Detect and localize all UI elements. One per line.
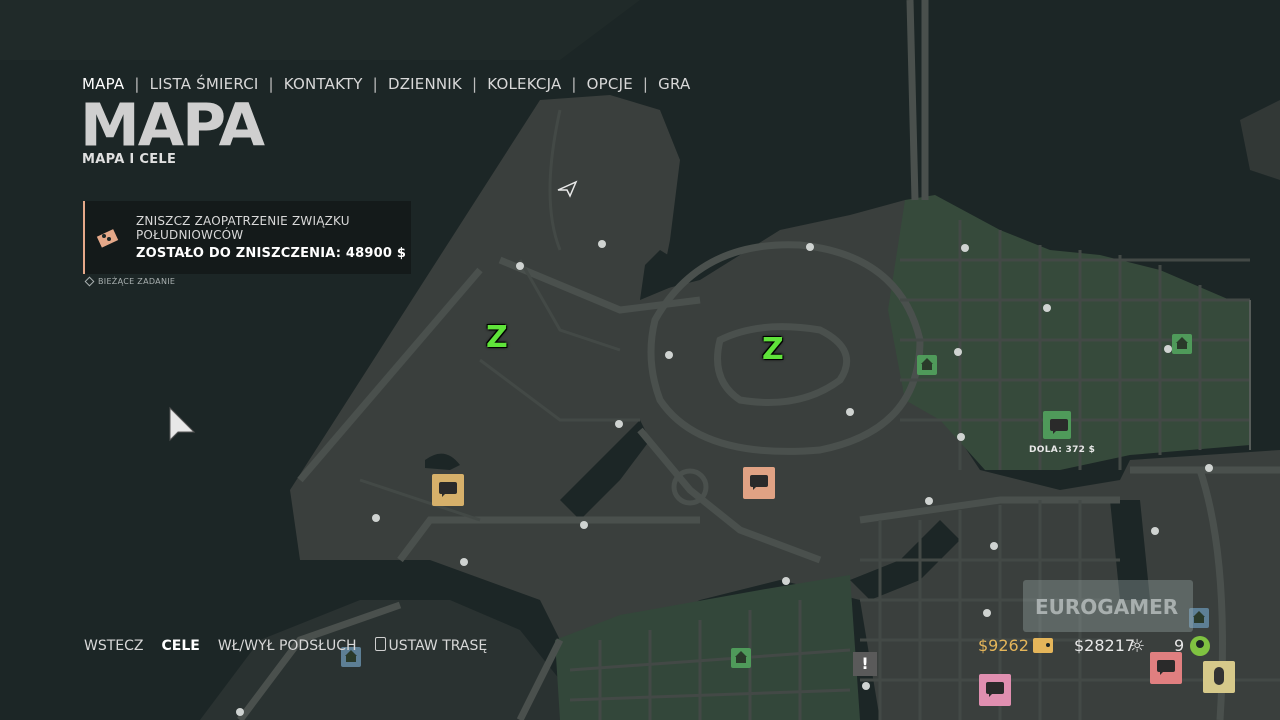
pin[interactable] — [961, 244, 969, 252]
points-count: 9 — [1174, 636, 1185, 655]
player-location-arrow-icon — [557, 180, 578, 198]
wallet-icon — [1033, 638, 1053, 653]
pin[interactable] — [460, 558, 468, 566]
z-mission-marker[interactable]: Z — [762, 332, 784, 367]
wiretap-toggle-button[interactable]: WŁ/WYŁ PODSŁUCH — [218, 638, 357, 654]
mouse-icon — [1203, 661, 1235, 693]
pin[interactable] — [1151, 527, 1159, 535]
pin[interactable] — [580, 521, 588, 529]
set-route-label: USTAW TRASĘ — [388, 638, 488, 654]
shore-left — [0, 0, 640, 60]
gauge-icon — [1190, 636, 1210, 656]
back-button[interactable]: WSTECZ — [84, 638, 144, 654]
set-route-button[interactable]: USTAW TRASĘ — [374, 637, 488, 654]
supply-crate-icon — [96, 229, 119, 248]
bottom-controls: WSTECZ CELE WŁ/WYŁ PODSŁUCH USTAW TRASĘ — [84, 637, 487, 654]
pin[interactable] — [990, 542, 998, 550]
pin[interactable] — [236, 708, 244, 716]
top-navigation: MAPA | LISTA ŚMIERCI | KONTAKTY | DZIENN… — [82, 75, 690, 93]
dola-label: DOLA: 372 $ — [1029, 445, 1096, 455]
dialogue-marker-icon[interactable] — [979, 674, 1011, 706]
nav-separator: | — [268, 75, 274, 93]
pin[interactable] — [598, 240, 606, 248]
nav-gra[interactable]: GRA — [658, 75, 690, 93]
nav-separator: | — [372, 75, 378, 93]
diamond-icon — [84, 276, 95, 287]
dialogue-marker-icon[interactable] — [1043, 411, 1071, 439]
nav-kolekcja[interactable]: KOLEKCJA — [487, 75, 561, 93]
nav-opcje[interactable]: OPCJE — [587, 75, 633, 93]
pin[interactable] — [925, 497, 933, 505]
map-cursor-icon — [169, 406, 196, 442]
pin[interactable] — [782, 577, 790, 585]
pin[interactable] — [516, 262, 524, 270]
nav-separator: | — [571, 75, 577, 93]
nav-kontakty[interactable]: KONTAKTY — [284, 75, 363, 93]
objective-panel[interactable]: ZNISZCZ ZAOPATRZENIE ZWIĄZKU POŁUDNIOWCÓ… — [83, 201, 411, 274]
current-task-label: BIEŻĄCE ZADANIE — [84, 276, 176, 287]
pin[interactable] — [957, 433, 965, 441]
dialogue-marker-icon[interactable] — [432, 474, 464, 506]
dialogue-marker-icon[interactable] — [1150, 652, 1182, 684]
sun-icon: ☼ — [1129, 636, 1146, 657]
page-title: MAPA — [80, 91, 265, 161]
nav-dziennik[interactable]: DZIENNIK — [388, 75, 462, 93]
pin[interactable] — [1205, 464, 1213, 472]
pin[interactable] — [983, 609, 991, 617]
pin[interactable] — [862, 682, 870, 690]
bank-amount: $28217 — [1074, 636, 1136, 655]
alert-icon[interactable]: ! — [853, 652, 877, 676]
z-mission-marker[interactable]: Z — [486, 320, 508, 355]
pin[interactable] — [665, 351, 673, 359]
cash-amount: $9262 — [978, 636, 1029, 655]
watermark-text: EUROGAMER — [1035, 595, 1179, 619]
nav-separator: | — [134, 75, 140, 93]
pin[interactable] — [1043, 304, 1051, 312]
pin[interactable] — [372, 514, 380, 522]
safehouse-icon[interactable] — [917, 355, 937, 375]
page-subtitle: MAPA I CELE — [82, 152, 177, 167]
pin[interactable] — [846, 408, 854, 416]
safehouse-icon[interactable] — [1172, 334, 1192, 354]
key-icon — [374, 637, 386, 651]
pin[interactable] — [1164, 345, 1172, 353]
pin[interactable] — [615, 420, 623, 428]
nav-separator: | — [471, 75, 478, 93]
pin[interactable] — [954, 348, 962, 356]
nav-mapa[interactable]: MAPA — [82, 75, 124, 93]
safehouse-icon[interactable] — [731, 648, 751, 668]
dialogue-marker-icon[interactable] — [743, 467, 775, 499]
objective-description: ZNISZCZ ZAOPATRZENIE ZWIĄZKU POŁUDNIOWCÓ… — [136, 214, 350, 242]
nav-lista-smierci[interactable]: LISTA ŚMIERCI — [150, 75, 259, 93]
nav-separator: | — [642, 75, 649, 93]
eurogamer-watermark: EUROGAMER — [1023, 580, 1193, 632]
current-task-text: BIEŻĄCE ZADANIE — [98, 277, 176, 286]
pin[interactable] — [806, 243, 814, 251]
objectives-button[interactable]: CELE — [162, 638, 200, 654]
objective-remaining: ZOSTAŁO DO ZNISZCZENIA: 48900 $ — [136, 246, 407, 261]
